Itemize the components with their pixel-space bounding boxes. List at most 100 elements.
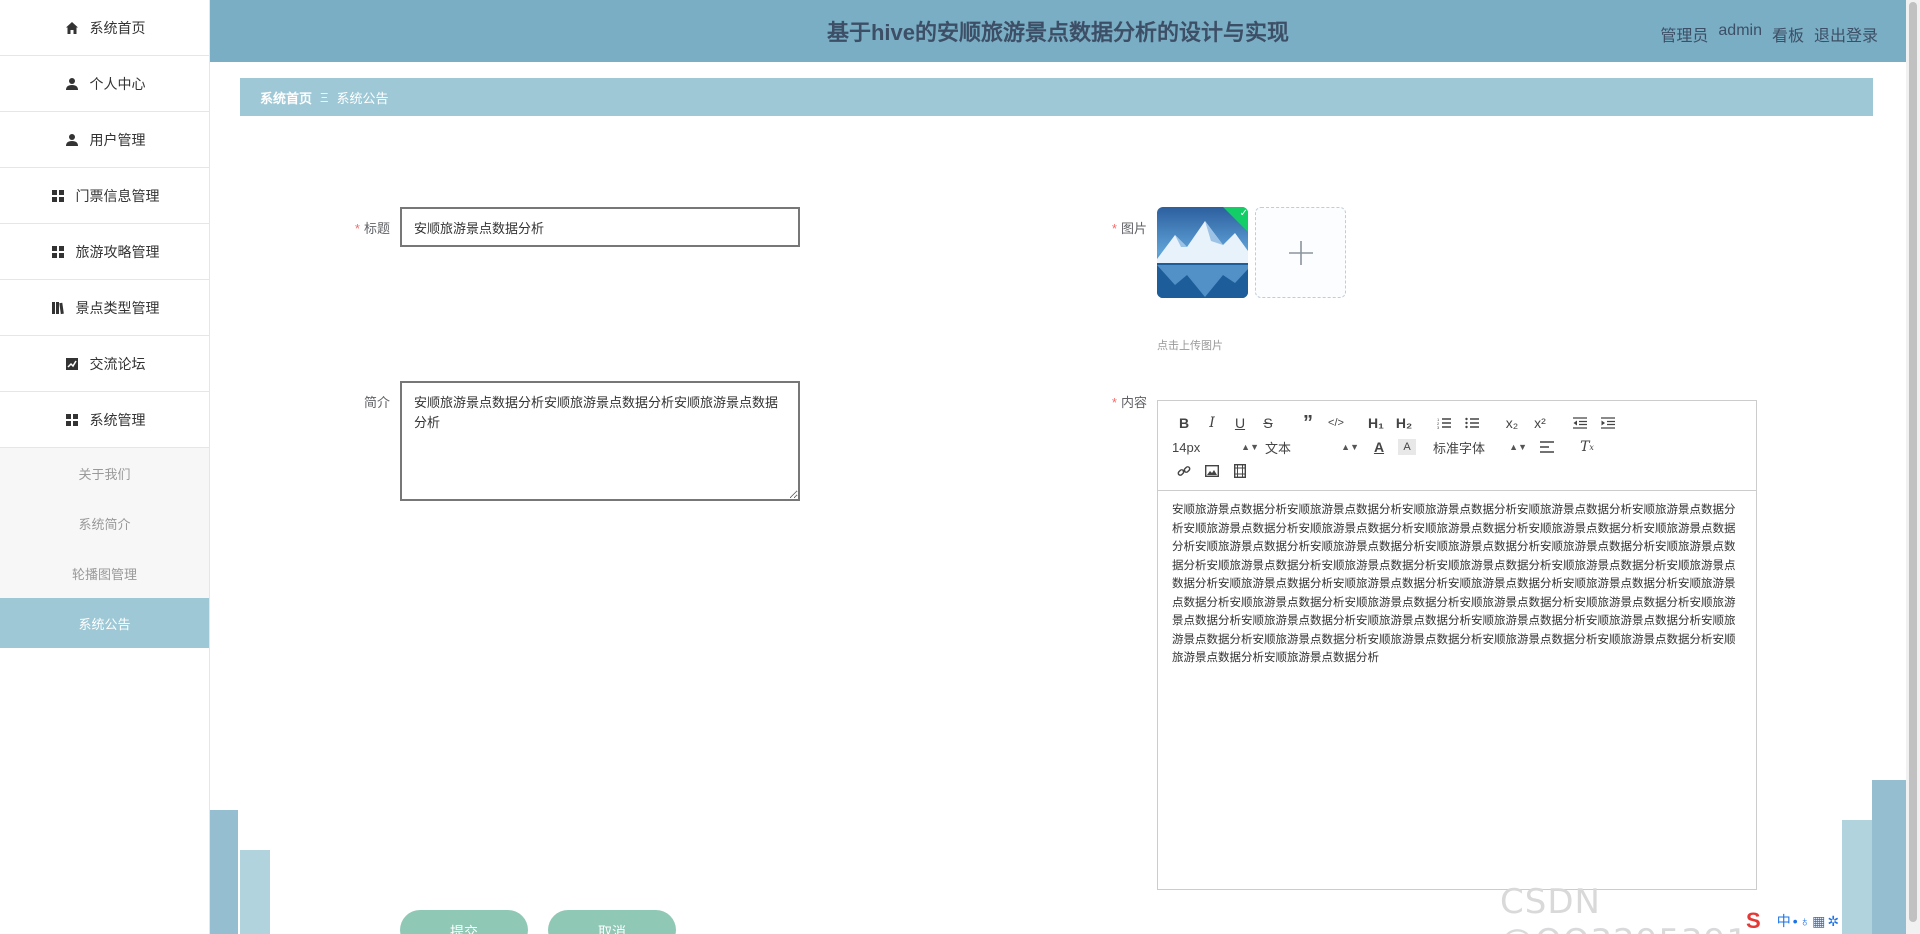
sidebar-subitem-notice[interactable]: 系统公告 [0,598,209,648]
code-block-icon[interactable]: </> [1322,411,1350,435]
user-role: 管理员 [1660,28,1709,45]
bold-icon[interactable]: B [1170,411,1198,435]
sidebar-item-users[interactable]: 用户管理 [0,112,209,168]
grid-icon [50,244,66,260]
align-icon[interactable] [1533,435,1561,459]
mountain-lake-image [1157,207,1248,298]
user-icon [64,76,80,92]
image-label-text: 图片 [1120,221,1147,236]
sidebar-item-home[interactable]: 系统首页 [0,0,209,56]
breadcrumb: 系统首页 Ξ 系统公告 [240,78,1873,116]
check-icon: ✓ [1239,208,1248,219]
summary-label-text: 简介 [363,395,390,410]
sidebar-subitem-carousel[interactable]: 轮播图管理 [0,548,209,598]
submit-button[interactable]: 提交 [400,910,528,934]
underline-icon[interactable]: U [1226,411,1254,435]
logout-link[interactable]: 退出登录 [1814,22,1878,46]
sidebar-item-label: 门票信息管理 [75,187,160,204]
sidebar-subitem-about[interactable]: 关于我们 [0,448,209,498]
select-arrows-icon: ▲▼ [1341,442,1359,452]
paragraph-value: 文本 [1265,440,1292,456]
link-icon[interactable] [1170,459,1198,483]
required-mark: * [354,221,360,236]
title-input[interactable] [400,207,800,247]
required-mark: * [1111,221,1117,236]
sidebar-item-system[interactable]: 系统管理 [0,392,209,448]
grid-icon [50,188,66,204]
book-icon [50,300,66,316]
sidebar-item-label: 旅游攻略管理 [75,243,160,260]
outdent-icon[interactable] [1566,411,1594,435]
font-color-icon[interactable]: A [1365,435,1393,459]
cancel-button[interactable]: 取消 [548,910,676,934]
header: 基于hive的安顺旅游景点数据分析的设计与实现 管理员 admin 看板 退出登… [210,0,1906,62]
scrollbar-thumb[interactable] [1909,2,1917,922]
sidebar-item-tickets[interactable]: 门票信息管理 [0,168,209,224]
ordered-list-icon[interactable]: 123 [1430,411,1458,435]
summary-label: 简介 [340,392,390,411]
font-family-select[interactable]: 标准字体 ▲▼ [1433,438,1533,457]
uploaded-image-thumbnail[interactable]: ✓ [1157,207,1248,298]
clear-format-icon[interactable]: Tx [1573,435,1601,459]
select-arrows-icon: ▲▼ [1241,442,1259,452]
ime-punctuation-icon[interactable]: • [1793,913,1798,929]
heading1-icon[interactable]: H₁ [1362,411,1390,435]
rich-text-editor: B I U S ” </> H₁ H₂ 123 x₂ x² 14px ▲▼ 文本… [1157,400,1757,890]
page-title: 基于hive的安顺旅游景点数据分析的设计与实现 [826,20,1290,45]
username: admin [1718,22,1762,39]
bullet-list-icon[interactable] [1458,411,1486,435]
title-label: * 标题 [340,218,390,237]
paragraph-select[interactable]: 文本 ▲▼ [1265,438,1365,457]
sidebar: 系统首页 个人中心 用户管理 门票信息管理 旅游攻略管理 景点类型管理 交流论坛… [0,0,210,934]
watermark: CSDN @QQ3295391197 [1500,882,1816,934]
scrollbar[interactable] [1906,0,1920,934]
upload-tip: 点击上传图片 [1157,340,1223,352]
decorative-buildings-left [210,810,270,934]
breadcrumb-separator-icon: Ξ [320,89,329,105]
strikethrough-icon[interactable]: S [1254,411,1282,435]
board-link[interactable]: 看板 [1772,22,1804,46]
select-arrows-icon: ▲▼ [1509,442,1527,452]
editor-toolbar: B I U S ” </> H₁ H₂ 123 x₂ x² 14px ▲▼ 文本… [1158,401,1756,491]
blockquote-icon[interactable]: ” [1294,411,1322,435]
image-label: * 图片 [1095,218,1147,237]
ime-skin-icon[interactable]: ▦ [1812,913,1825,930]
breadcrumb-current: 系统公告 [336,90,389,106]
grid-icon [64,412,80,428]
italic-icon[interactable]: I [1198,411,1226,435]
sidebar-item-label: 个人中心 [89,75,146,92]
content-label-text: 内容 [1120,395,1147,410]
sidebar-item-forum[interactable]: 交流论坛 [0,336,209,392]
heading2-icon[interactable]: H₂ [1390,411,1418,435]
video-icon[interactable] [1226,459,1254,483]
background-color-icon[interactable]: A [1398,439,1416,455]
breadcrumb-home[interactable]: 系统首页 [260,88,312,107]
image-icon[interactable] [1198,459,1226,483]
editor-content[interactable]: 安顺旅游景点数据分析安顺旅游景点数据分析安顺旅游景点数据分析安顺旅游景点数据分析… [1158,491,1756,678]
superscript-icon[interactable]: x² [1526,411,1554,435]
ime-settings-icon[interactable]: ✲ [1827,913,1839,930]
sidebar-item-profile[interactable]: 个人中心 [0,56,209,112]
ime-chinese-icon[interactable]: 中 [1777,911,1791,931]
font-size-select[interactable]: 14px ▲▼ [1170,440,1265,455]
sogou-logo-icon: S [1746,908,1761,933]
required-mark: * [1111,395,1117,410]
indent-icon[interactable] [1594,411,1622,435]
sidebar-item-guides[interactable]: 旅游攻略管理 [0,224,209,280]
sidebar-subitem-intro[interactable]: 系统简介 [0,498,209,548]
home-icon [64,20,80,36]
subscript-icon[interactable]: x₂ [1498,411,1526,435]
plus-icon [1288,240,1313,265]
chart-icon [64,356,80,372]
svg-text:3: 3 [1437,425,1440,429]
content-label: * 内容 [1095,392,1147,411]
sidebar-item-scenic-types[interactable]: 景点类型管理 [0,280,209,336]
sidebar-item-label: 用户管理 [89,131,146,148]
font-size-value: 14px [1172,439,1201,455]
microphone-icon[interactable]: ♁ [1800,913,1811,929]
summary-textarea[interactable]: 安顺旅游景点数据分析安顺旅游景点数据分析安顺旅游景点数据分析 [400,381,800,501]
sidebar-item-label: 交流论坛 [89,355,146,372]
sidebar-item-label: 景点类型管理 [75,299,160,316]
upload-image-button[interactable] [1255,207,1346,298]
header-user-area: 管理员 admin 看板 退出登录 [1660,22,1878,46]
